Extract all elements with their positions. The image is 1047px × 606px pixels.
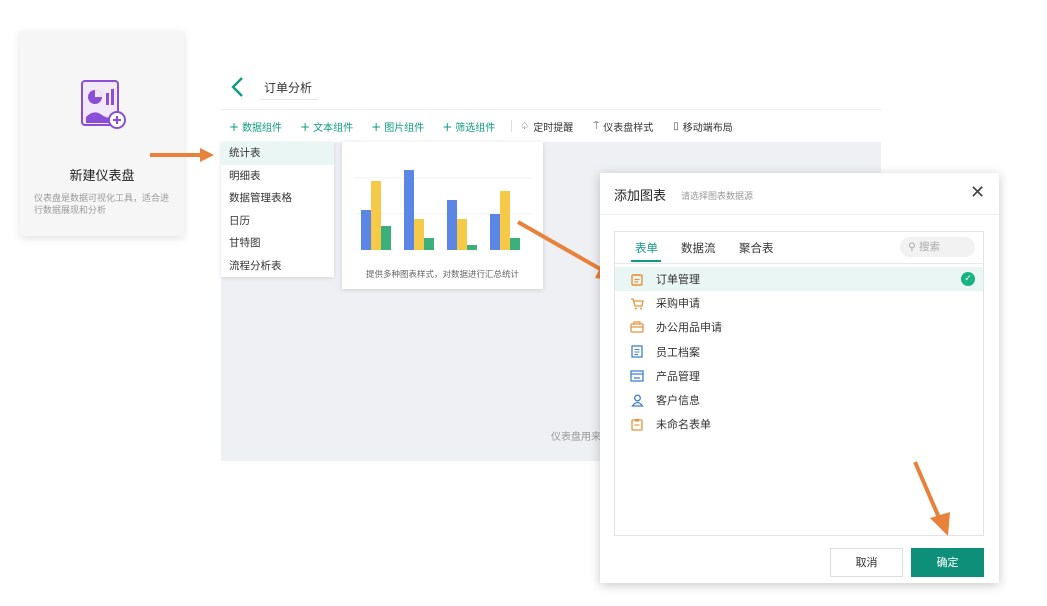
list-item-untitled-form[interactable]: 未命名表单 bbox=[615, 412, 983, 436]
plus-icon: + bbox=[371, 119, 382, 134]
bar-yellow-1 bbox=[371, 181, 381, 250]
close-icon[interactable]: ✕ bbox=[970, 184, 985, 202]
menu-item-calendar[interactable]: 日历 bbox=[221, 210, 334, 233]
plus-icon: + bbox=[300, 119, 311, 134]
component-type-menu: 统计表 明细表 数据管理表格 日历 甘特图 流程分析表 bbox=[221, 142, 334, 277]
plus-icon: + bbox=[229, 119, 240, 134]
bar-blue-1 bbox=[361, 210, 371, 250]
dashboard-title-input[interactable]: 订单分析 bbox=[260, 78, 318, 100]
preview-bar-chart bbox=[354, 170, 532, 250]
chart-preview-card: 提供多种图表样式，对数据进行汇总统计 bbox=[342, 142, 543, 289]
source-list: 订单管理 ✓ 采购申请 办公用品申请 员工档案 产品管理 客户信息 未命名表单 bbox=[615, 267, 983, 436]
list-item-customer-info[interactable]: 客户信息 bbox=[615, 388, 983, 412]
bar-blue-4 bbox=[490, 214, 500, 250]
document-icon bbox=[630, 345, 644, 359]
dialog-header-divider bbox=[600, 214, 999, 215]
tab-forms[interactable]: 表单 bbox=[635, 240, 658, 256]
confirm-button[interactable]: 确定 bbox=[911, 548, 984, 577]
menu-item-stats-table[interactable]: 统计表 bbox=[221, 142, 334, 165]
phone-icon: ▯ bbox=[673, 120, 679, 132]
search-icon: ⚲ bbox=[908, 241, 916, 253]
checkmark-icon: ✓ bbox=[961, 272, 975, 286]
bar-blue-2 bbox=[404, 170, 414, 250]
dashboard-style-button[interactable]: ⍑ 仪表盘样式 bbox=[593, 119, 653, 134]
store-icon bbox=[630, 369, 644, 383]
new-dashboard-title: 新建仪表盘 bbox=[69, 169, 135, 184]
add-filter-component-button[interactable]: + 筛选组件 bbox=[442, 119, 495, 134]
bar-green-2 bbox=[424, 238, 434, 250]
add-text-component-button[interactable]: + 文本组件 bbox=[300, 119, 353, 134]
new-dashboard-description: 仪表盘是数据可视化工具，适合进行数据展现和分析 bbox=[34, 194, 170, 216]
tab-aggregate[interactable]: 聚合表 bbox=[739, 240, 774, 256]
form-icon bbox=[630, 272, 644, 286]
editor-toolbar: + 数据组件 + 文本组件 + 图片组件 + 筛选组件 ♤ 定时提醒 ⍑ 仪表盘样式 ▯ 移动… bbox=[221, 112, 881, 140]
user-icon bbox=[630, 393, 644, 407]
add-data-component-button[interactable]: + 数据组件 bbox=[229, 119, 282, 134]
menu-item-flow-analysis[interactable]: 流程分析表 bbox=[221, 255, 334, 278]
list-item-order-management[interactable]: 订单管理 ✓ bbox=[615, 267, 983, 292]
list-item-product-management[interactable]: 产品管理 bbox=[615, 364, 983, 388]
list-item-purchase-request[interactable]: 采购申请 bbox=[615, 291, 983, 315]
bar-green-3 bbox=[467, 245, 477, 250]
menu-item-detail-table[interactable]: 明细表 bbox=[221, 165, 334, 188]
dashboard-add-icon bbox=[81, 80, 126, 129]
dialog-subtitle: 请选择图表数据源 bbox=[681, 192, 754, 202]
tab-dataflow[interactable]: 数据流 bbox=[681, 240, 716, 256]
bar-yellow-2 bbox=[414, 219, 424, 250]
search-input[interactable]: ⚲ 搜索 bbox=[900, 237, 975, 257]
mobile-layout-button[interactable]: ▯ 移动端布局 bbox=[673, 119, 733, 134]
add-image-component-button[interactable]: + 图片组件 bbox=[371, 119, 424, 134]
canvas-hint-text: 仪表盘用来 bbox=[551, 432, 601, 443]
menu-item-data-grid[interactable]: 数据管理表格 bbox=[221, 187, 334, 210]
brush-icon: ⍑ bbox=[593, 120, 600, 132]
pointer-arrow-1 bbox=[150, 148, 214, 162]
source-tabs: 表单 数据流 聚合表 ⚲ 搜索 bbox=[615, 232, 983, 264]
bar-blue-3 bbox=[447, 200, 457, 250]
bar-yellow-4 bbox=[500, 191, 510, 250]
header-divider bbox=[221, 109, 881, 110]
clipboard-icon bbox=[630, 417, 644, 431]
reminder-button[interactable]: ♤ 定时提醒 bbox=[520, 119, 573, 134]
list-item-employee-records[interactable]: 员工档案 bbox=[615, 340, 983, 364]
preview-caption: 提供多种图表样式，对数据进行汇总统计 bbox=[365, 270, 519, 280]
box-icon bbox=[630, 320, 644, 334]
bar-yellow-3 bbox=[457, 219, 467, 250]
bell-icon: ♤ bbox=[520, 120, 530, 132]
list-item-office-supplies[interactable]: 办公用品申请 bbox=[615, 315, 983, 339]
active-tab-indicator bbox=[631, 260, 661, 262]
bar-green-1 bbox=[381, 226, 391, 250]
plus-icon: + bbox=[442, 119, 453, 134]
cancel-button[interactable]: 取消 bbox=[830, 548, 903, 577]
new-dashboard-card[interactable]: 新建仪表盘 仪表盘是数据可视化工具，适合进行数据展现和分析 bbox=[20, 31, 184, 236]
pointer-arrow-3 bbox=[913, 461, 950, 536]
cart-icon bbox=[630, 296, 644, 310]
toolbar-divider bbox=[511, 120, 513, 132]
dialog-title: 添加图表 bbox=[614, 189, 667, 204]
menu-item-gantt[interactable]: 甘特图 bbox=[221, 232, 334, 255]
back-arrow-icon[interactable] bbox=[229, 76, 247, 98]
